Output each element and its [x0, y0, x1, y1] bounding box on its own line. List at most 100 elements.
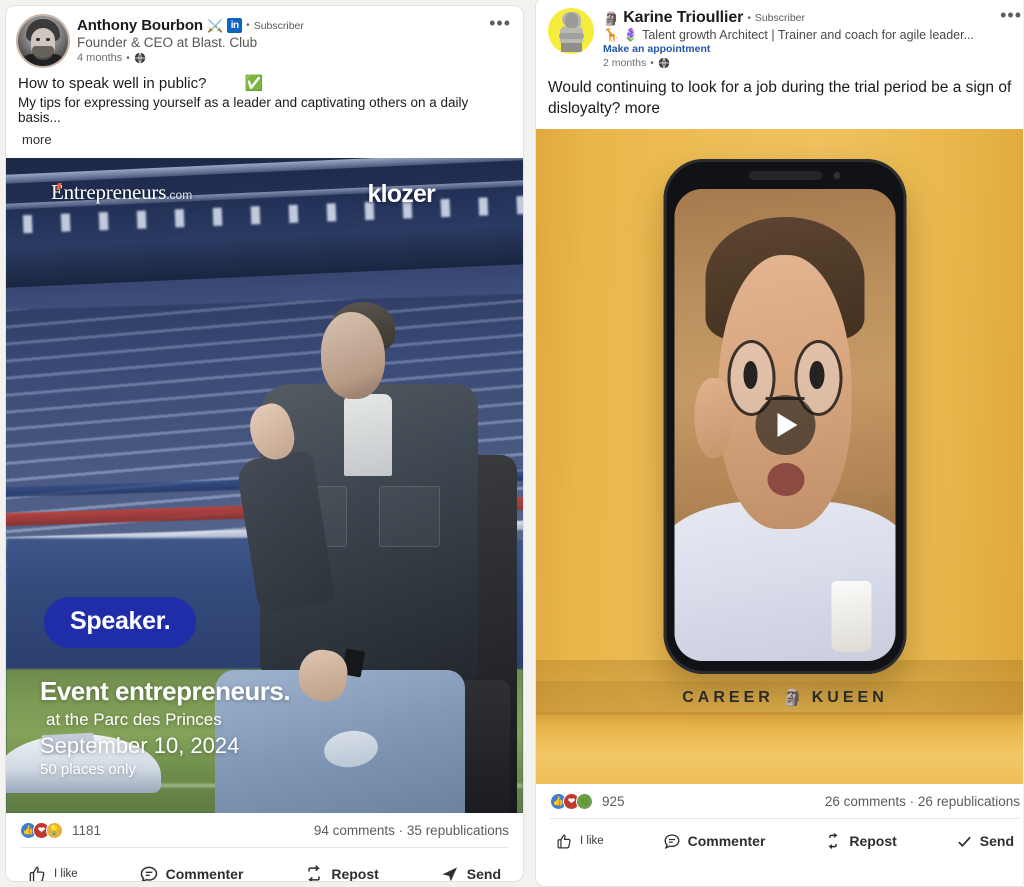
like-label: I like	[580, 835, 604, 847]
send-label: Send	[979, 833, 1014, 849]
send-button[interactable]: Send	[956, 833, 1014, 850]
post-meta: 2 months •	[603, 57, 1022, 69]
author-name[interactable]: Anthony Bourbon	[77, 17, 203, 34]
avatar-statue-image	[548, 8, 594, 54]
see-more-button[interactable]: more	[22, 132, 52, 147]
author-info: Anthony Bourbon ⚔️ in • Subscriber Found…	[77, 16, 511, 64]
thumbs-up-icon	[556, 833, 573, 850]
video-subject-mouth	[767, 462, 805, 496]
separator-dot: •	[126, 52, 130, 64]
image-overlay-text: Event entrepreneurs. at the Parc des Pri…	[40, 676, 291, 778]
video-subject-hand	[694, 377, 732, 459]
phone-notch	[748, 171, 840, 180]
post-options-menu[interactable]: •••	[1000, 6, 1022, 24]
post-actions: I like Commenter Repost Send	[6, 848, 523, 882]
avatar-portrait-image	[18, 16, 68, 66]
comment-icon	[663, 832, 681, 850]
author-name[interactable]: Karine Trioullier	[623, 9, 743, 27]
post-stats: 👍 ❤ 💡 1181 94 comments · 35 republicatio…	[6, 813, 523, 847]
like-label: I like	[54, 868, 78, 880]
comment-label: Commenter	[165, 866, 244, 882]
post-body-line-2: My tips for expressing yourself as a lea…	[18, 95, 469, 125]
speaker-badge: Speaker.	[44, 597, 197, 648]
flower-icon: 🪻	[622, 28, 639, 42]
check-send-icon	[956, 833, 973, 850]
author-headline: Talent growth Architect | Trainer and co…	[642, 28, 975, 42]
post-body-line-1: How to speak well in public? ✅	[18, 74, 511, 93]
phone-mockup	[663, 159, 907, 674]
repost-icon	[304, 864, 324, 881]
post-header: Anthony Bourbon ⚔️ in • Subscriber Found…	[6, 6, 523, 66]
send-icon	[440, 864, 460, 881]
author-headline-row: 🦒 🪻 Talent growth Architect | Trainer an…	[603, 28, 1022, 42]
post-video[interactable]: CAREER 🗿 KUEEN	[536, 129, 1024, 784]
repost-button[interactable]: Repost	[304, 864, 379, 882]
post-actions: I like Commenter Repost Send	[536, 819, 1024, 862]
klozer-logo: klozer	[367, 180, 436, 208]
post-stats: 👍 ❤ 🌿 925 26 comments · 26 republication…	[536, 784, 1024, 818]
reaction-support-icon: 🌿	[576, 793, 593, 810]
relationship-label: Subscriber	[754, 12, 806, 24]
video-caption-part-2: KUEEN	[811, 688, 888, 706]
video-cup-object	[831, 580, 872, 652]
post-header: 🗿 Karine Trioullier • Subscriber 🦒 🪻 Tal…	[536, 0, 1024, 69]
send-button[interactable]: Send	[440, 864, 501, 882]
separator-dot: •	[650, 57, 654, 69]
post-body-text-primary: Would continuing to look for a job durin…	[548, 79, 1012, 117]
overlay-date: September 10, 2024	[40, 733, 240, 758]
thumbs-up-icon	[28, 865, 47, 881]
giraffe-icon: 🦒	[603, 28, 620, 42]
overlay-subtitle: at the Parc des Princes	[46, 710, 222, 729]
linkedin-badge-icon: in	[227, 18, 243, 33]
repost-icon	[824, 832, 842, 850]
feed-screen: Anthony Bourbon ⚔️ in • Subscriber Found…	[0, 0, 1024, 887]
comment-button[interactable]: Commenter	[663, 832, 766, 850]
video-floor	[536, 711, 1024, 784]
entrepreneurs-logo-suffix: .com	[166, 188, 193, 202]
comments-reposts-count[interactable]: 26 comments · 26 republications	[825, 794, 1020, 809]
reaction-icons: 👍 ❤ 🌿	[550, 793, 593, 810]
author-info: 🗿 Karine Trioullier • Subscriber 🦒 🪻 Tal…	[603, 8, 1022, 69]
comments-reposts-count[interactable]: 94 comments · 35 republications	[314, 823, 509, 838]
play-button[interactable]	[755, 395, 815, 455]
avatar[interactable]	[18, 16, 68, 66]
reaction-count: 1181	[72, 823, 102, 838]
post-body: How to speak well in public? ✅ My tips f…	[6, 66, 523, 149]
reaction-icons: 👍 ❤ 💡	[20, 822, 63, 839]
repost-label: Repost	[849, 833, 897, 849]
like-button[interactable]: I like	[556, 833, 604, 850]
phone-screen	[674, 189, 896, 661]
reaction-count: 925	[602, 794, 625, 809]
post-card-right: 🗿 Karine Trioullier • Subscriber 🦒 🪻 Tal…	[535, 0, 1024, 887]
comment-button[interactable]: Commenter	[139, 864, 244, 882]
make-appointment-link[interactable]: Make an appointment	[603, 43, 1022, 55]
reactions-summary[interactable]: 👍 ❤ 💡 1181	[20, 822, 101, 839]
check-mark-icon: ✅	[244, 75, 264, 92]
globe-icon	[134, 52, 146, 64]
avatar[interactable]	[548, 8, 594, 54]
post-body-text-primary: How to speak well in public?	[18, 74, 207, 92]
entrepreneurs-logo-text: Entrepreneurs	[51, 180, 167, 204]
post-body: Would continuing to look for a job durin…	[536, 69, 1024, 119]
globe-icon	[658, 57, 670, 69]
overlay-places: 50 places only	[40, 761, 136, 778]
moai-statue-icon: 🗿	[782, 689, 803, 707]
post-timestamp: 2 months	[603, 57, 647, 69]
separator-dot: •	[246, 20, 250, 31]
video-caption-band: CAREER 🗿 KUEEN	[536, 680, 1024, 715]
post-timestamp: 4 months	[77, 52, 123, 64]
see-more-button[interactable]: more	[625, 100, 660, 117]
send-label: Send	[466, 866, 501, 882]
reactions-summary[interactable]: 👍 ❤ 🌿 925	[550, 793, 625, 810]
separator-dot: •	[747, 12, 751, 24]
author-name-row: 🗿 Karine Trioullier • Subscriber	[603, 9, 1022, 27]
like-button[interactable]: I like	[28, 865, 78, 881]
repost-button[interactable]: Repost	[824, 832, 897, 850]
play-icon	[777, 413, 798, 437]
moai-statue-icon: 🗿	[603, 10, 620, 26]
reaction-insight-icon: 💡	[46, 822, 63, 839]
post-options-menu[interactable]: •••	[489, 14, 511, 32]
repost-label: Repost	[331, 866, 379, 882]
comment-label: Commenter	[687, 833, 766, 849]
post-image[interactable]: Entrepreneurs.com klozer Speaker. Event …	[6, 158, 523, 813]
